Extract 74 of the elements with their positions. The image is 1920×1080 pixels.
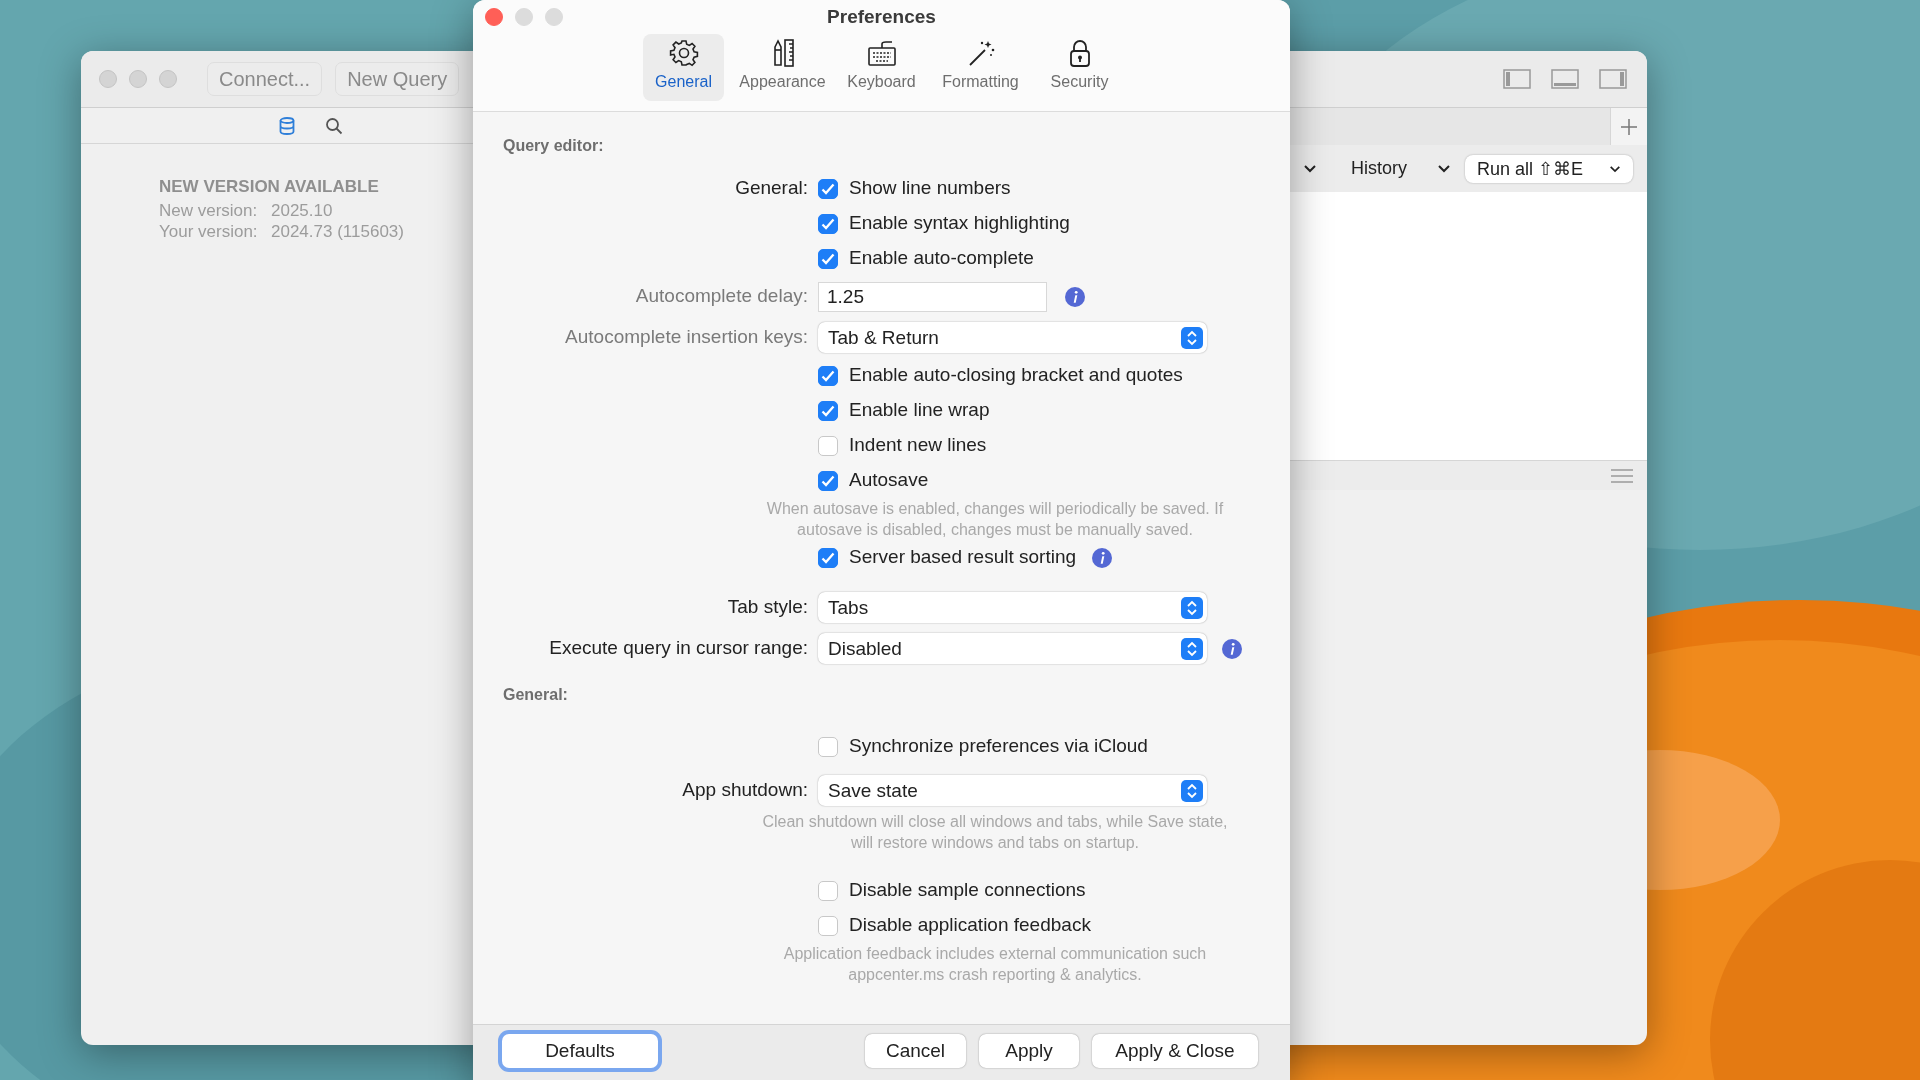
toolbar-tab[interactable]: General xyxy=(643,34,724,101)
version-label: Your version: xyxy=(159,220,259,242)
checkbox[interactable] xyxy=(818,435,838,456)
help-text: When autosave is enabled, changes will periodically be saved. If autosave is disabled, changes must be manually saved. xyxy=(765,499,1225,540)
checkbox[interactable] xyxy=(818,880,838,901)
section-heading: General: xyxy=(503,685,569,705)
plus-icon xyxy=(1620,117,1638,136)
checkbox[interactable] xyxy=(818,915,838,936)
dropdown[interactable]: Tab & Return xyxy=(818,322,1207,353)
dropdown[interactable]: Tabs xyxy=(818,592,1207,623)
checkbox[interactable] xyxy=(818,213,838,234)
stepper-icon xyxy=(1181,637,1203,660)
checkbox-label: Disable application feedback xyxy=(849,913,1091,938)
chevron-down-icon xyxy=(1609,163,1621,174)
checkbox[interactable] xyxy=(818,736,838,757)
panel-bottom-icon[interactable] xyxy=(1551,69,1579,89)
version-value: 2024.73 (115603) xyxy=(271,220,404,242)
new-tab-button[interactable] xyxy=(1610,108,1647,145)
dropdown[interactable]: Disabled xyxy=(818,633,1207,664)
chevron-down-icon[interactable] xyxy=(1302,163,1317,174)
checkbox-label: Server based result sorting xyxy=(849,545,1077,570)
dialog-button[interactable]: Apply xyxy=(979,1034,1079,1068)
help-text: Clean shutdown will close all windows and tabs, while Save state, will restore windows and tabs on startup. xyxy=(761,812,1229,853)
checkbox-label: Indent new lines xyxy=(849,433,987,458)
gear-icon xyxy=(668,38,699,68)
checkbox-label: Enable auto-closing bracket and quotes xyxy=(849,363,1183,388)
sidebar-left-icon[interactable] xyxy=(1503,69,1531,89)
stepper-icon xyxy=(1181,596,1203,619)
search-icon[interactable] xyxy=(325,116,343,135)
version-value: 2025.10 xyxy=(271,199,333,221)
checkbox-label: Synchronize preferences via iCloud xyxy=(849,734,1148,759)
dropdown[interactable]: Save state xyxy=(818,775,1207,806)
sidebar-right-icon[interactable] xyxy=(1599,69,1627,89)
menu-icon[interactable] xyxy=(1611,467,1633,484)
window-control[interactable] xyxy=(99,70,117,88)
window-control[interactable] xyxy=(485,8,503,26)
section-heading: Query editor: xyxy=(503,136,605,156)
checkbox-label: Enable syntax highlighting xyxy=(849,211,1070,236)
dialog-button[interactable]: Apply & Close xyxy=(1092,1034,1258,1068)
field-label: General: xyxy=(734,176,809,201)
checkbox[interactable] xyxy=(818,178,838,199)
field-label: Autocomplete delay: xyxy=(634,284,809,309)
help-text: Application feedback includes external communication such appcenter.ms crash reporting & analytics. xyxy=(782,944,1208,985)
toolbar-tab[interactable]: Formatting xyxy=(940,34,1021,101)
dialog-button[interactable]: Cancel xyxy=(865,1034,966,1068)
checkbox-label: Disable sample connections xyxy=(849,878,1086,903)
notice-title: NEW VERSION AVAILABLE xyxy=(159,176,380,198)
history-menu[interactable]: History xyxy=(1350,155,1407,182)
checkbox[interactable] xyxy=(818,365,838,386)
keyboard-icon xyxy=(866,38,897,68)
field-label: Execute query in cursor range: xyxy=(548,636,809,661)
toolbar-tab[interactable]: Security xyxy=(1039,34,1120,101)
toolbar-tab[interactable]: Keyboard xyxy=(841,34,922,101)
checkbox[interactable] xyxy=(818,547,838,568)
checkbox-label: Enable line wrap xyxy=(849,398,990,423)
field-label: Autocomplete insertion keys: xyxy=(564,325,809,350)
checkbox-label: Show line numbers xyxy=(849,176,1011,201)
field-label: App shutdown: xyxy=(681,778,809,803)
checkbox[interactable] xyxy=(818,248,838,269)
stepper-icon xyxy=(1181,779,1203,802)
window-control[interactable] xyxy=(129,70,147,88)
field-label: Tab style: xyxy=(726,595,809,620)
text-field[interactable]: 1.25 xyxy=(818,281,1047,312)
checkbox-label: Enable auto-complete xyxy=(849,246,1034,271)
window-control[interactable] xyxy=(159,70,177,88)
checkbox-label: Autosave xyxy=(849,468,929,493)
checkbox[interactable] xyxy=(818,470,838,491)
run-all-button[interactable]: Run all ⇧⌘E xyxy=(1464,154,1633,183)
window-title: Preferences xyxy=(827,6,936,28)
checkbox[interactable] xyxy=(818,400,838,421)
chevron-down-icon[interactable] xyxy=(1436,163,1451,174)
stepper-icon xyxy=(1181,326,1203,349)
database-icon[interactable] xyxy=(279,116,295,135)
version-label: New version: xyxy=(159,199,259,221)
